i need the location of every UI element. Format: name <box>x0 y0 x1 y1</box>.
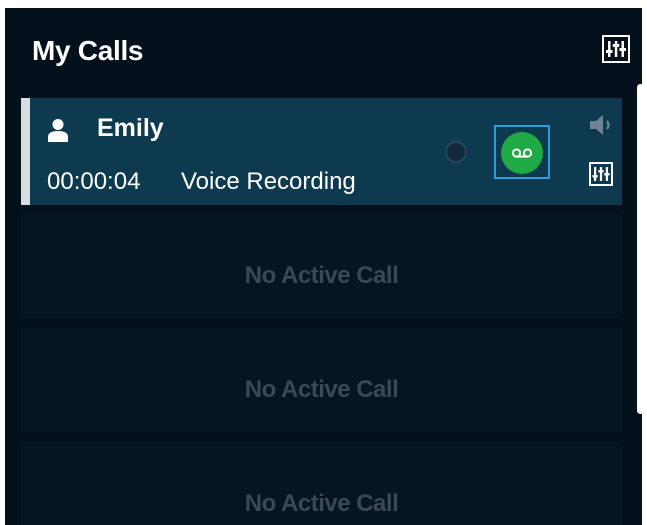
voicemail-icon <box>511 148 533 158</box>
empty-call-label: No Active Call <box>244 262 399 289</box>
voicemail-button[interactable] <box>501 132 543 174</box>
caller-name: Emily <box>97 114 164 142</box>
my-calls-panel: My Calls Emily 00:00:04 Voice Recording … <box>5 8 642 525</box>
scrollbar[interactable] <box>637 84 642 414</box>
empty-call-slot: No Active Call <box>21 214 622 318</box>
active-call-row[interactable]: Emily 00:00:04 Voice Recording <box>21 98 622 205</box>
active-call-indicator <box>21 98 30 205</box>
call-status: Voice Recording <box>181 168 356 195</box>
select-radio[interactable] <box>445 141 467 163</box>
person-icon <box>47 118 69 142</box>
page-title: My Calls <box>32 35 144 66</box>
empty-call-slot: No Active Call <box>21 442 622 525</box>
call-duration: 00:00:04 <box>47 168 141 195</box>
empty-call-label: No Active Call <box>244 490 399 517</box>
equalizer-icon[interactable] <box>589 162 613 186</box>
empty-call-label: No Active Call <box>244 376 399 403</box>
empty-call-slot: No Active Call <box>21 328 622 432</box>
panel-header: My Calls <box>5 8 642 94</box>
speaker-icon[interactable] <box>588 112 616 138</box>
voicemail-button-frame[interactable] <box>494 125 550 179</box>
equalizer-icon[interactable] <box>602 35 630 63</box>
